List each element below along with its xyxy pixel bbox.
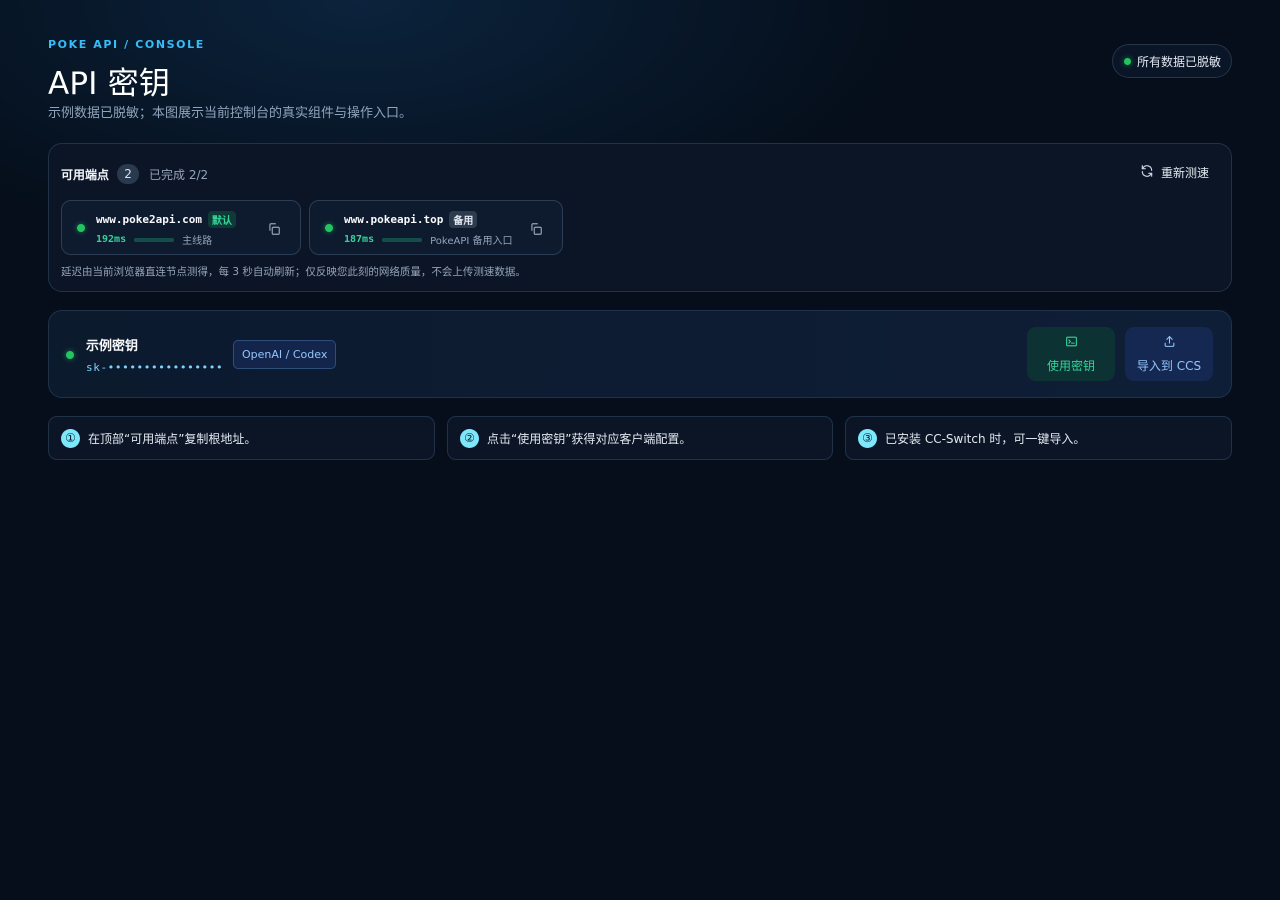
- endpoint-host-text: www.poke2api.com: [96, 213, 202, 226]
- endpoints-footnote: 延迟由当前浏览器直连节点测得，每 3 秒自动刷新；仅反映您此刻的网络质量，不会上…: [61, 266, 526, 278]
- step-text: 点击“使用密钥”获得对应客户端配置。: [487, 431, 692, 446]
- privacy-badge: 所有数据已脱敏: [1111, 44, 1232, 78]
- step-card: ① 在顶部“可用端点”复制根地址。: [48, 416, 435, 460]
- endpoint-item[interactable]: www.pokeapi.top 备用 187ms PokeAPI 备用入口: [309, 200, 563, 255]
- use-key-button[interactable]: 使用密钥: [1027, 327, 1115, 381]
- page-subtitle: 示例数据已脱敏；本图展示当前控制台的真实组件与操作入口。: [48, 106, 413, 121]
- terminal-icon: [1065, 335, 1078, 351]
- endpoint-latency: 187ms: [344, 234, 375, 245]
- step-text: 已安装 CC-Switch 时，可一键导入。: [885, 431, 1086, 446]
- refresh-icon: [1140, 164, 1154, 181]
- step-number: ①: [61, 428, 80, 448]
- endpoint-tag: 默认: [207, 211, 236, 228]
- step-number: ②: [460, 428, 479, 448]
- endpoints-title: 可用端点: [61, 167, 110, 182]
- endpoint-meta: 192ms 主线路: [96, 232, 212, 247]
- endpoint-host: www.pokeapi.top 备用: [344, 211, 478, 228]
- endpoint-status-dot-icon: [77, 224, 85, 232]
- endpoints-count-badge: 2: [117, 164, 140, 184]
- key-provider-badge: OpenAI / Codex: [233, 340, 337, 369]
- step-text: 在顶部“可用端点”复制根地址。: [88, 431, 257, 446]
- key-status-dot-icon: [66, 351, 74, 359]
- endpoint-host-text: www.pokeapi.top: [344, 213, 444, 226]
- endpoint-latency: 192ms: [96, 234, 127, 245]
- api-key-card: 示例密钥 sk-•••••••••••••••• OpenAI / Codex …: [48, 310, 1232, 398]
- endpoint-status-dot-icon: [325, 224, 333, 232]
- import-ccs-button[interactable]: 导入到 CCS: [1125, 327, 1213, 381]
- step-card: ③ 已安装 CC-Switch 时，可一键导入。: [845, 416, 1232, 460]
- import-ccs-label: 导入到 CCS: [1136, 358, 1202, 373]
- copy-icon[interactable]: [267, 221, 281, 235]
- status-dot-icon: [1123, 57, 1131, 65]
- endpoints-header: 可用端点 2 已完成 2/2: [61, 164, 208, 184]
- page-eyebrow: POKE API / CONSOLE: [48, 38, 205, 51]
- endpoint-note: PokeAPI 备用入口: [430, 236, 513, 247]
- retest-button[interactable]: 重新测速: [1140, 164, 1209, 181]
- endpoints-card: 可用端点 2 已完成 2/2 重新测速 www.poke2api.com 默认 …: [48, 143, 1232, 292]
- use-key-label: 使用密钥: [1046, 358, 1095, 373]
- latency-bar: [382, 237, 423, 242]
- endpoint-tag: 备用: [449, 211, 478, 228]
- page-title: API 密钥: [48, 66, 171, 102]
- endpoint-host: www.poke2api.com 默认: [96, 211, 236, 228]
- copy-icon[interactable]: [529, 221, 543, 235]
- step-card: ② 点击“使用密钥”获得对应客户端配置。: [447, 416, 833, 460]
- retest-label: 重新测速: [1160, 166, 1209, 180]
- endpoint-item[interactable]: www.poke2api.com 默认 192ms 主线路: [61, 200, 301, 255]
- privacy-badge-label: 所有数据已脱敏: [1136, 54, 1221, 69]
- endpoint-note: 主线路: [182, 236, 213, 247]
- key-value: sk-••••••••••••••••: [86, 361, 224, 374]
- endpoints-progress: 已完成 2/2: [149, 167, 209, 182]
- latency-bar: [134, 237, 175, 242]
- key-name: 示例密钥: [86, 339, 139, 354]
- upload-icon: [1163, 335, 1176, 351]
- endpoint-meta: 187ms PokeAPI 备用入口: [344, 232, 513, 247]
- step-number: ③: [858, 428, 877, 448]
